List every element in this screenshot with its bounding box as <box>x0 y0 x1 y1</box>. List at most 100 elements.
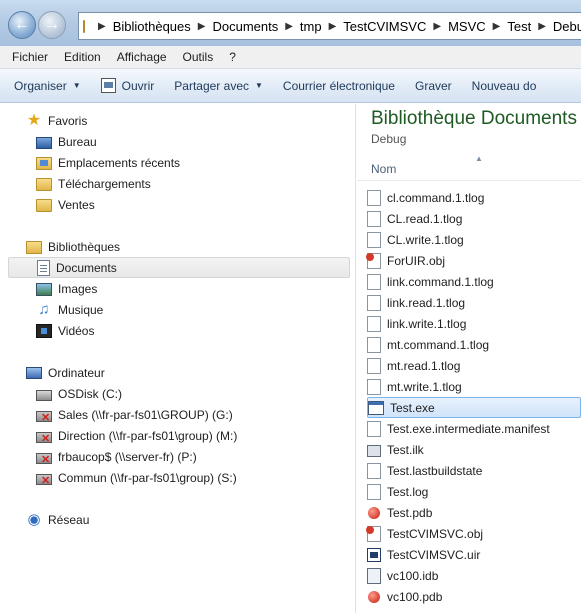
file-name: link.write.1.tlog <box>387 316 467 331</box>
menu-affichage[interactable]: Affichage <box>117 50 167 64</box>
breadcrumb-item[interactable]: tmp <box>300 19 322 34</box>
pdb-file-icon <box>367 505 381 521</box>
chevron-right-icon[interactable]: ▶ <box>329 21 337 32</box>
disconnected-network-drive-icon <box>36 473 52 487</box>
chevron-right-icon[interactable]: ▶ <box>198 21 206 32</box>
column-header-name[interactable]: Nom <box>371 162 396 176</box>
nav-label: Vidéos <box>58 323 95 338</box>
file-row[interactable]: mt.write.1.tlog <box>367 376 581 397</box>
nav-item-osdisk[interactable]: OSDisk (C:) <box>36 383 122 404</box>
courrier-button[interactable]: Courrier électronique <box>283 79 395 93</box>
tlog-file-icon <box>367 315 381 332</box>
nav-label: Ventes <box>58 197 95 212</box>
disconnected-network-drive-icon <box>36 431 52 445</box>
file-row[interactable]: link.command.1.tlog <box>367 271 581 292</box>
nav-item-ventes[interactable]: Ventes <box>36 194 95 215</box>
ilk-file-icon <box>367 444 381 457</box>
nav-item-frbaucop-drive[interactable]: frbaucop$ (\\server-fr) (P:) <box>36 446 197 467</box>
libraries-icon <box>26 241 42 254</box>
disconnected-network-drive-icon <box>36 410 52 424</box>
generic-file-icon <box>367 462 381 479</box>
breadcrumb-item[interactable]: MSVC <box>448 19 486 34</box>
folder-icon <box>83 19 85 33</box>
menu-fichier[interactable]: Fichier <box>12 50 48 64</box>
file-name: CL.read.1.tlog <box>387 211 463 226</box>
graver-button[interactable]: Graver <box>415 79 452 93</box>
exe-file-icon <box>368 400 384 415</box>
file-row[interactable]: Test.lastbuildstate <box>367 460 581 481</box>
file-row[interactable]: CL.write.1.tlog <box>367 229 581 250</box>
menu-edition[interactable]: Edition <box>64 50 101 64</box>
nav-item-emplacements-recents[interactable]: Emplacements récents <box>36 152 180 173</box>
file-name: CL.write.1.tlog <box>387 232 464 247</box>
file-row[interactable]: Test.exe.intermediate.manifest <box>367 418 581 439</box>
file-list-pane: Bibliothèque Documents Debug ▲ Nom cl.co… <box>357 104 581 613</box>
menu-outils[interactable]: Outils <box>183 50 214 64</box>
music-note-icon: ♫ <box>38 300 50 318</box>
nouveau-dossier-button[interactable]: Nouveau do <box>472 79 537 93</box>
nav-item-videos[interactable]: Vidéos <box>36 320 94 341</box>
chevron-right-icon[interactable]: ▶ <box>493 21 501 32</box>
tlog-file-icon <box>367 294 381 311</box>
file-row[interactable]: cl.command.1.tlog <box>367 187 581 208</box>
command-toolbar: Organiser ▼ Ouvrir Partager avec ▼ Courr… <box>0 69 581 103</box>
breadcrumb-item[interactable]: TestCVIMSVC <box>343 19 426 34</box>
tlog-file-icon <box>367 231 381 248</box>
breadcrumb-item[interactable]: Bibliothèques <box>113 19 191 34</box>
ouvrir-button[interactable]: Ouvrir <box>100 78 154 93</box>
courrier-label: Courrier électronique <box>282 78 395 93</box>
nav-reseau[interactable]: ◉ Réseau <box>26 509 89 530</box>
downloads-folder-icon <box>36 178 52 191</box>
file-row[interactable]: link.write.1.tlog <box>367 313 581 334</box>
menu-help[interactable]: ? <box>229 50 236 64</box>
nav-item-telechargements[interactable]: Téléchargements <box>36 173 151 194</box>
nav-item-documents[interactable]: Documents <box>8 257 350 278</box>
address-bar[interactable]: ▶ Bibliothèques ▶ Documents ▶ tmp ▶ Test… <box>78 12 581 40</box>
nav-label: Documents <box>56 260 117 275</box>
chevron-right-icon[interactable]: ▶ <box>538 21 546 32</box>
nav-label: Bibliothèques <box>48 239 121 254</box>
file-row[interactable]: link.read.1.tlog <box>367 292 581 313</box>
partager-button[interactable]: Partager avec ▼ <box>174 79 263 93</box>
file-row[interactable]: CL.read.1.tlog <box>367 208 581 229</box>
nav-item-direction-drive[interactable]: Direction (\\fr-par-fs01\group) (M:) <box>36 425 237 446</box>
breadcrumb-item[interactable]: Debug <box>553 19 581 34</box>
nav-bibliotheques[interactable]: Bibliothèques <box>26 236 120 257</box>
file-name: Test.ilk <box>387 442 424 457</box>
forward-arrow-icon: → <box>44 16 60 33</box>
file-row[interactable]: Test.ilk <box>367 439 581 460</box>
nav-item-images[interactable]: Images <box>36 278 97 299</box>
back-arrow-icon: ← <box>14 16 30 33</box>
chevron-right-icon[interactable]: ▶ <box>285 21 293 32</box>
nav-ordinateur[interactable]: Ordinateur <box>26 362 105 383</box>
nav-item-sales-drive[interactable]: Sales (\\fr-par-fs01\GROUP) (G:) <box>36 404 233 425</box>
file-row[interactable]: Test.pdb <box>367 502 581 523</box>
file-row[interactable]: mt.read.1.tlog <box>367 355 581 376</box>
file-row[interactable]: ForUIR.obj <box>366 250 581 271</box>
file-row[interactable]: TestCVIMSVC.uir <box>367 544 581 565</box>
forward-button[interactable]: → <box>38 11 66 39</box>
tlog-file-icon <box>367 357 381 374</box>
nav-item-bureau[interactable]: Bureau <box>36 131 97 152</box>
file-name: mt.command.1.tlog <box>387 337 490 352</box>
back-button[interactable]: ← <box>8 11 36 39</box>
nav-item-commun-drive[interactable]: Commun (\\fr-par-fs01\group) (S:) <box>36 467 237 488</box>
nav-item-musique[interactable]: ♫ Musique <box>36 299 103 320</box>
file-row[interactable]: TestCVIMSVC.obj <box>366 523 581 544</box>
video-film-icon <box>36 324 52 338</box>
menu-bar: Fichier Edition Affichage Outils ? <box>0 46 581 69</box>
file-row[interactable]: mt.command.1.tlog <box>367 334 581 355</box>
file-row[interactable]: vc100.idb <box>367 565 581 586</box>
organiser-button[interactable]: Organiser ▼ <box>14 79 81 93</box>
chevron-right-icon[interactable]: ▶ <box>433 21 441 32</box>
file-row[interactable]: vc100.pdb <box>367 586 581 607</box>
breadcrumb-item[interactable]: Documents <box>212 19 278 34</box>
partager-label: Partager avec <box>174 78 249 93</box>
nav-favoris[interactable]: ★ Favoris <box>26 110 88 131</box>
obj-file-icon <box>366 252 381 269</box>
file-row[interactable]: Test.log <box>367 481 581 502</box>
breadcrumb-item[interactable]: Test <box>507 19 531 34</box>
nav-label: Commun (\\fr-par-fs01\group) (S:) <box>58 470 237 485</box>
file-row-selected[interactable]: Test.exe <box>367 397 581 418</box>
nav-label: Téléchargements <box>58 176 151 191</box>
